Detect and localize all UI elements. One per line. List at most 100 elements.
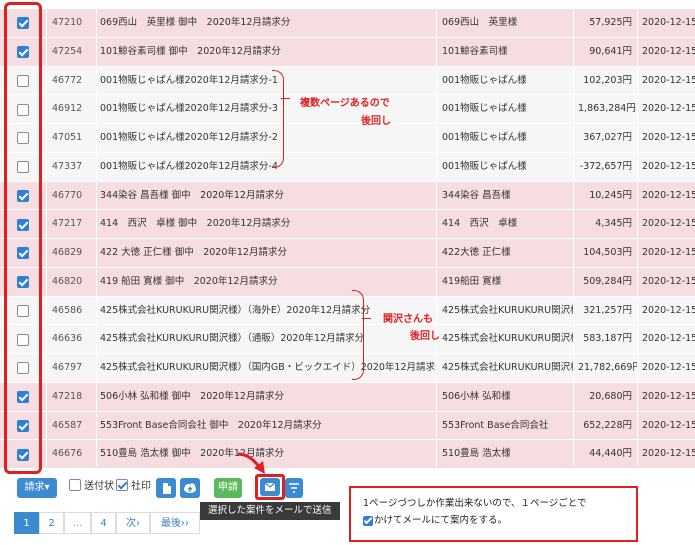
table-row[interactable]: 46770 344染谷 昌吾様 御中 2020年12月請求分 344染谷 昌吾様 10… [0,181,695,211]
table-row[interactable]: 47210 069西山 英里様 御中 2020年12月請求分 069西山 英里様 57… [0,9,695,38]
invoice-id: 47051 [52,132,83,143]
table-row[interactable]: 47218 506小林 弘和様 御中 2020年12月請求分 506小林 弘和様 20… [0,382,695,412]
invoice-id: 46829 [52,247,83,258]
invoice-title[interactable]: 414 西沢 卓様 御中 2020年12月請求分 [96,210,436,239]
customer-name: 001物販じゃぱん様 [442,132,527,143]
invoice-amount: 583,187円 [583,333,632,345]
invoice-date: 2020-12-15 [642,333,695,345]
row-select-cell [0,412,46,441]
invoice-amount: 10,245円 [589,189,632,201]
row-checkbox[interactable] [17,247,29,260]
invoice-amount: 321,257円 [583,304,632,316]
row-checkbox[interactable] [17,132,29,145]
row-select-cell [0,268,46,297]
invoice-date: 2020-12-15 [642,304,695,316]
customer-name: 425株式会社KURUKURU関沢様 [442,333,573,345]
table-row[interactable]: 47254 101鯨谷素司様 御中 2020年12月請求分 101鯨谷素司様 90,6… [0,37,695,67]
invoice-id: 47210 [52,17,83,28]
table-row[interactable]: 46676 510豊島 浩太様 御中 2020年12月請求分 510豊島 浩太様 44… [0,440,695,469]
table-row[interactable]: 47217 414 西沢 卓様 御中 2020年12月請求分 414 西沢 卓様 4,… [0,210,695,239]
row-checkbox[interactable] [17,218,29,231]
cloud-upload-button[interactable] [180,478,200,498]
row-checkbox[interactable] [17,448,29,461]
page-link-2[interactable]: 2 [39,512,64,534]
row-checkbox[interactable] [17,333,29,346]
send-mail-button[interactable] [260,478,280,496]
filter-icon [289,483,299,493]
row-checkbox[interactable] [17,17,29,30]
customer-name: 425株式会社KURUKURU関沢様 [442,362,573,373]
table-row[interactable]: 46587 553Front Base合同会社 御中 2020年12月請求分 553… [0,411,695,441]
table-row[interactable]: 46636 425株式会社KURUKURU関沢様）（通販）2020年12月請求分 4… [0,325,695,354]
filter-button[interactable] [285,478,303,498]
table-row[interactable]: 46797 425株式会社KURUKURU関沢様）（国内GB・ビックエイド）202… [0,354,695,383]
invoice-title[interactable]: 001物販じゃぱん様2020年12月請求分-2 [96,124,436,153]
row-select-cell [0,153,46,182]
invoice-date: 2020-12-15 [642,275,695,287]
seal-checkbox[interactable] [116,479,128,491]
invoice-title[interactable]: 422 大徳 正仁様 御中 2020年12月請求分 [96,239,436,268]
arrow-annotation-icon [237,452,265,474]
column-divider [637,0,638,466]
invoice-list-screen: 47210 069西山 英里様 御中 2020年12月請求分 069西山 英里様 57… [0,0,695,545]
row-checkbox[interactable] [17,103,29,116]
invoice-id: 47217 [52,218,83,230]
invoice-date: 2020-12-15 [642,103,695,115]
row-select-cell [0,124,46,153]
invoice-amount: 44,440円 [589,448,632,460]
table-row[interactable]: 47337 001物販じゃぱん様2020年12月請求分-4 001物販じゃぱん様 -3… [0,152,695,182]
invoice-title[interactable]: 506小林 弘和様 御中 2020年12月請求分 [96,383,436,412]
row-checkbox[interactable] [17,362,29,375]
row-checkbox[interactable] [17,391,29,404]
invoice-title[interactable]: 425株式会社KURUKURU関沢様）（通販）2020年12月請求分 [96,325,436,354]
row-checkbox[interactable] [17,74,29,87]
annotation-brace-tip [281,98,290,99]
sendslip-checkbox[interactable] [69,479,81,491]
document-icon [163,483,171,494]
page-link-4[interactable]: 4 [91,512,116,534]
invoice-title[interactable]: 101鯨谷素司様 御中 2020年12月請求分 [96,38,436,67]
row-select-cell [0,440,46,469]
row-checkbox[interactable] [17,161,29,174]
table-row[interactable]: 46772 001物販じゃぱん様2020年12月請求分-1 001物販じゃぱん様 10… [0,66,695,96]
customer-name: 553Front Base合同会社 [442,419,549,431]
row-checkbox[interactable] [17,189,29,202]
customer-name: 425株式会社KURUKURU関沢様 [442,304,573,316]
invoice-date: 2020-12-15 [642,132,695,143]
table-row[interactable]: 47051 001物販じゃぱん様2020年12月請求分-2 001物販じゃぱん様 36… [0,124,695,153]
billing-dropdown-button[interactable]: 請求▾ [17,478,57,498]
column-divider [46,0,47,466]
invoice-id: 46587 [52,419,83,431]
last-page-link[interactable]: 最後›› [150,512,200,534]
row-checkbox[interactable] [17,276,29,289]
table-row[interactable]: 46586 425株式会社KURUKURU関沢様）（海外E）2020年12月請求分… [0,296,695,326]
invoice-date: 2020-12-15 [642,362,695,373]
instruction-callout: 1ページづつしか作業出来ないので、１ページごとで かけてメールにて案内をする。 [349,486,638,542]
invoice-id: 46772 [52,74,83,86]
invoice-title[interactable]: 344染谷 昌吾様 御中 2020年12月請求分 [96,182,436,211]
invoice-title[interactable]: 553Front Base合同会社 御中 2020年12月請求分 [96,412,436,441]
row-checkbox[interactable] [17,46,29,59]
annotation-multi-page-line2: 後回し [361,116,391,127]
annotation-multi-page-line1: 複数ページあるので [300,98,390,109]
invoice-title[interactable]: 419 船田 寛様 御中 2020年12月請求分 [96,268,436,297]
row-checkbox[interactable] [17,419,29,432]
invoice-date: 2020-12-15 [642,448,695,460]
invoice-title[interactable]: 001物販じゃぱん様2020年12月請求分-4 [96,153,436,182]
customer-name: 419船田 寛様 [442,275,502,287]
invoice-title[interactable]: 069西山 英里様 御中 2020年12月請求分 [96,9,436,38]
invoice-amount: 102,203円 [583,74,632,86]
apply-button[interactable]: 申請 [214,478,242,498]
document-button[interactable] [156,478,176,498]
invoice-amount: 652,228円 [583,419,632,431]
table-row[interactable]: 46820 419 船田 寛様 御中 2020年12月請求分 419船田 寛様 509… [0,267,695,297]
page-link-1[interactable]: 1 [14,512,39,534]
next-page-link[interactable]: 次› [116,512,150,534]
invoice-title[interactable]: 425株式会社KURUKURU関沢様）（国内GB・ビックエイド）2020年12月… [96,354,436,383]
invoice-title[interactable]: 001物販じゃぱん様2020年12月請求分-1 [96,67,436,96]
invoice-id: 46797 [52,362,83,373]
customer-name: 001物販じゃぱん様 [442,160,527,172]
table-row[interactable]: 46829 422 大徳 正仁様 御中 2020年12月請求分 422大徳 正仁様 1… [0,239,695,268]
mail-button-tooltip: 選択した案件をメールで送信 [200,502,340,520]
row-checkbox[interactable] [17,304,29,317]
